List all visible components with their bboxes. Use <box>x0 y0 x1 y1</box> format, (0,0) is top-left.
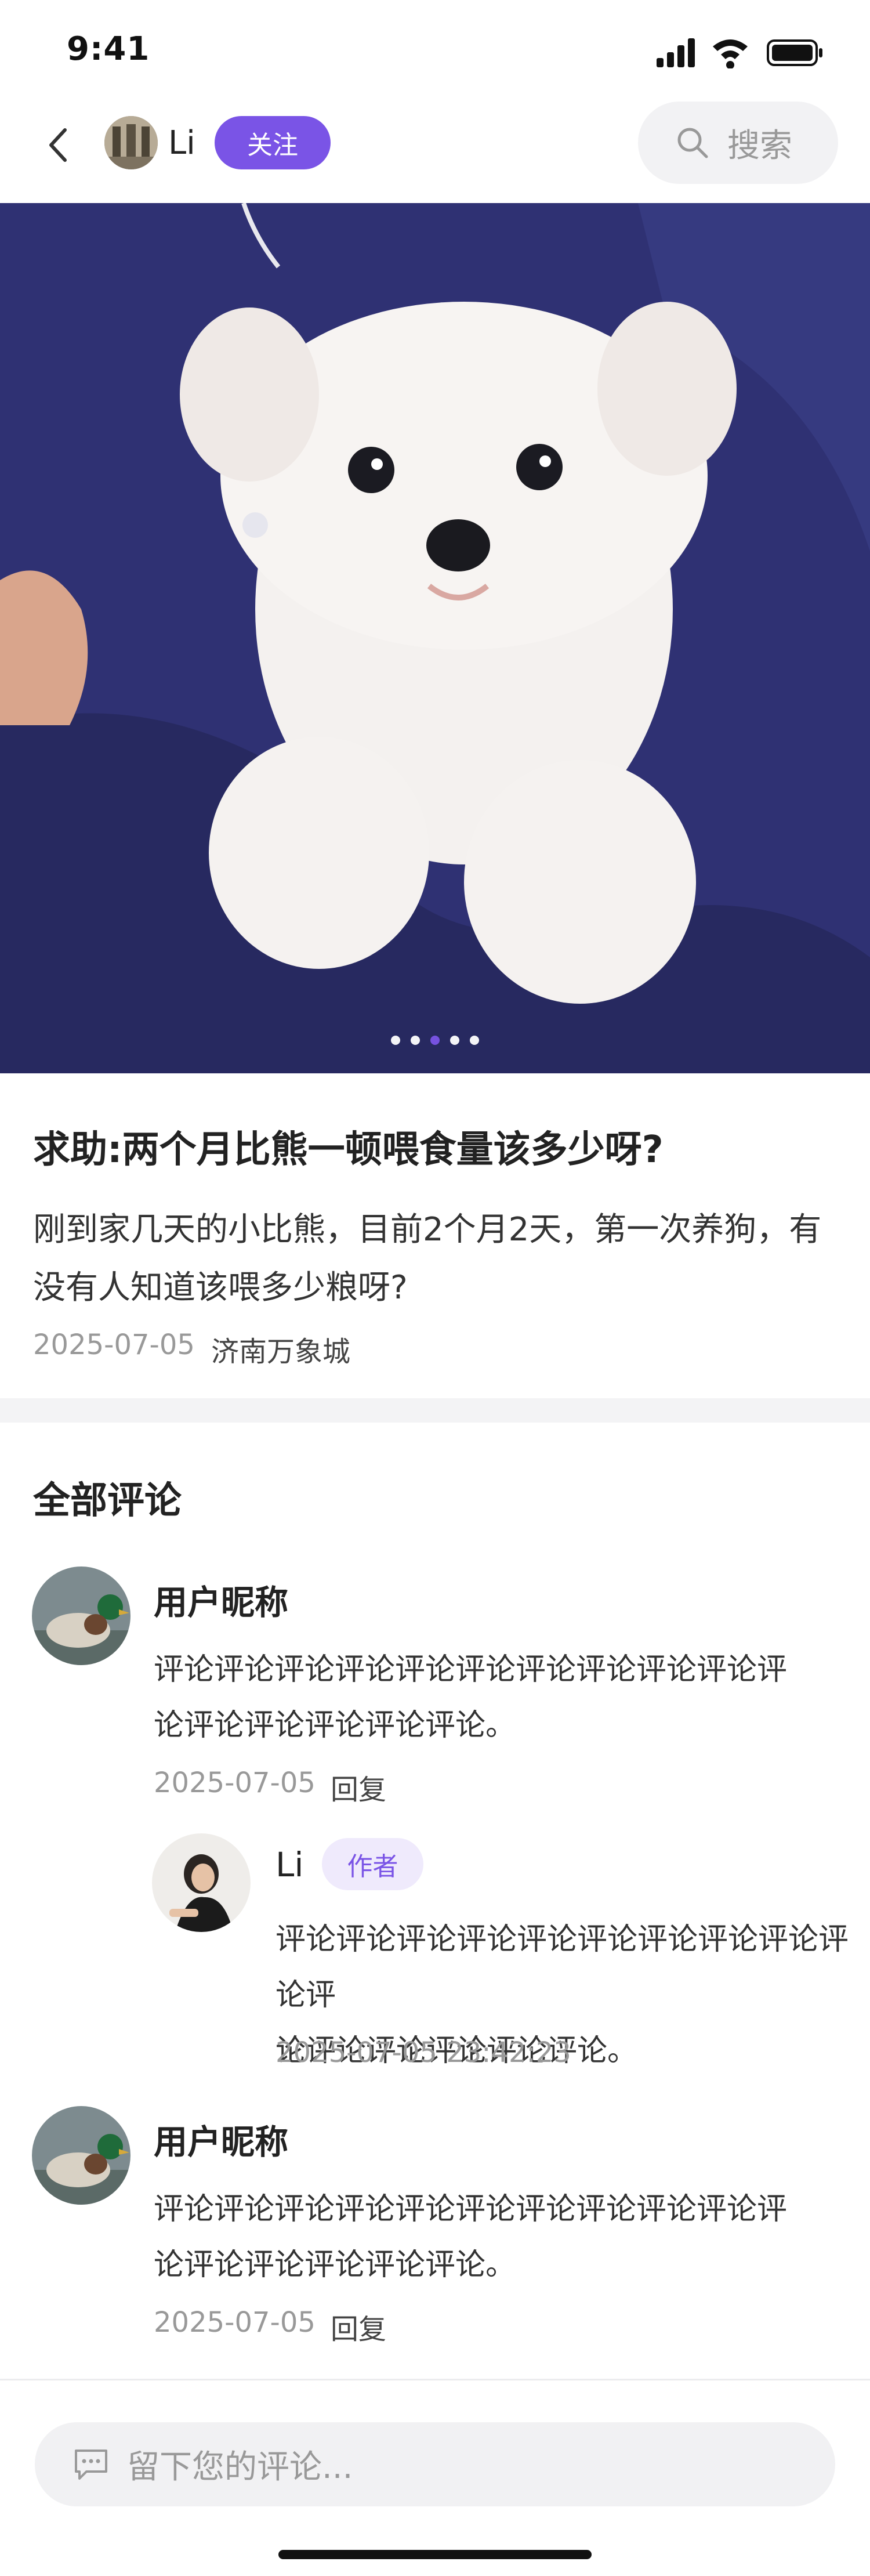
commenter-avatar[interactable] <box>32 1566 130 1665</box>
comment-text-line: 论评论评论评论评论评论。 <box>154 2248 516 2282</box>
comment-meta: 2025-07-05 回复 <box>154 1767 386 1807</box>
carousel-dot[interactable] <box>450 1036 459 1045</box>
comment-text: 评论评论评论评论评论评论评论评论评论评论评 论评论评论评论评论评论。 <box>154 2181 850 2293</box>
carousel-dot[interactable] <box>470 1036 479 1045</box>
commenter-avatar[interactable] <box>32 2106 130 2205</box>
comment-placeholder: 留下您的评论... <box>127 2448 353 2486</box>
post-title: 求助:两个月比熊一顿喂食量该多少呀? <box>33 1128 664 1171</box>
reply-datetime: 2025-07-05 23:42:23 <box>276 2036 571 2069</box>
carousel-dot[interactable] <box>391 1036 400 1045</box>
duck-avatar-image <box>32 2106 130 2205</box>
comment-text-line: 评论评论评论评论评论评论评论评论评论评论评 <box>154 2192 788 2227</box>
reply-text-line: 评论评论评论评论评论评论评论评论评论评论评 <box>276 1922 849 2013</box>
home-indicator <box>278 2550 592 2559</box>
commenter-name[interactable]: 用户昵称 <box>154 2115 288 2163</box>
chevron-left-icon <box>49 128 67 162</box>
avatar-image <box>104 116 158 169</box>
author-name[interactable]: Li <box>168 124 195 162</box>
woman-avatar-image <box>152 1833 251 1932</box>
reply-button[interactable]: 回复 <box>331 1767 386 1807</box>
comment-bubble-icon <box>75 2449 107 2480</box>
bottom-divider <box>0 2379 870 2380</box>
carousel-dot[interactable] <box>411 1036 420 1045</box>
comment-date: 2025-07-05 <box>154 2306 316 2339</box>
wifi-icon <box>713 39 748 68</box>
post-meta: 2025-07-05 济南万象城 <box>33 1329 350 1369</box>
comment-text: 评论评论评论评论评论评论评论评论评论评论评 论评论评论评论评论评论。 <box>154 1642 850 1753</box>
follow-button[interactable]: 关注 <box>215 116 331 169</box>
comment-input[interactable]: 留下您的评论... <box>35 2422 835 2506</box>
post-image-carousel[interactable] <box>0 203 870 1073</box>
signal-icon <box>657 38 695 67</box>
comment-meta: 2025-07-05 回复 <box>154 2306 386 2347</box>
commenter-name[interactable]: 用户昵称 <box>154 1575 288 1624</box>
reply-author-name[interactable]: Li <box>276 1845 303 1884</box>
reply-button[interactable]: 回复 <box>331 2306 386 2347</box>
carousel-dot-active[interactable] <box>430 1036 440 1045</box>
back-button[interactable] <box>41 122 75 168</box>
section-divider <box>0 1398 870 1423</box>
author-badge: 作者 <box>322 1838 423 1890</box>
post-date: 2025-07-05 <box>33 1329 195 1361</box>
status-time: 9:41 <box>67 30 150 68</box>
search-button[interactable]: 搜索 <box>638 102 838 184</box>
post-body: 刚到家几天的小比熊，目前2个月2天，第一次养狗，有没有人知道该喂多少粮呀? <box>33 1211 822 1307</box>
comment-text-line: 论评论评论评论评论评论。 <box>154 1708 516 1743</box>
comments-header: 全部评论 <box>33 1479 182 1522</box>
reply-avatar[interactable] <box>152 1833 251 1932</box>
dog-photo <box>0 203 870 1073</box>
carousel-dots <box>0 1036 870 1047</box>
search-label: 搜索 <box>727 126 792 165</box>
author-avatar[interactable] <box>104 116 158 169</box>
duck-avatar-image <box>32 1566 130 1665</box>
comment-text-line: 评论评论评论评论评论评论评论评论评论评论评 <box>154 1652 788 1687</box>
search-icon <box>677 128 708 158</box>
comment-date: 2025-07-05 <box>154 1767 316 1799</box>
post-location[interactable]: 济南万象城 <box>211 1329 350 1369</box>
battery-icon <box>767 39 822 66</box>
status-icons <box>657 38 822 68</box>
